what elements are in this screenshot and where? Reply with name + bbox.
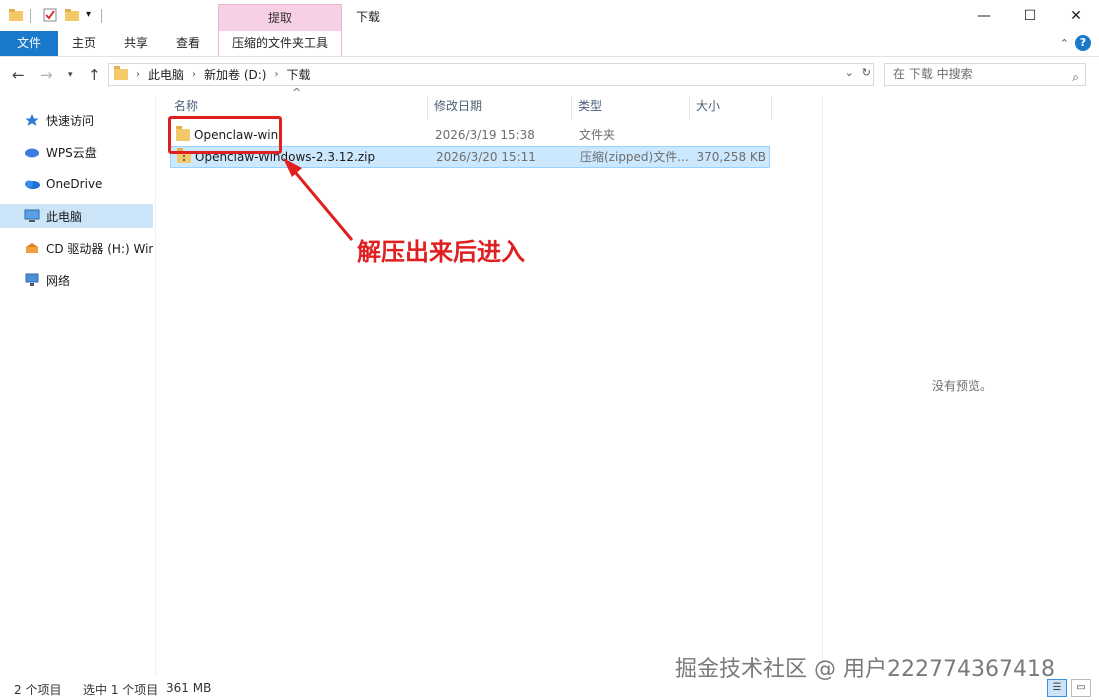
onedrive-icon [24, 176, 40, 192]
maximize-button[interactable]: ☐ [1007, 0, 1053, 31]
column-header-type[interactable]: 类型 [574, 96, 690, 120]
file-date: 2026/3/20 15:11 [436, 150, 536, 164]
recent-locations-icon[interactable]: ▾ [68, 70, 73, 80]
refresh-icon[interactable]: ↻ [862, 66, 871, 79]
expand-ribbon-icon[interactable]: ⌃ [1060, 37, 1069, 50]
file-date: 2026/3/19 15:38 [435, 128, 535, 142]
folder-icon [114, 66, 128, 80]
column-header-date[interactable]: 修改日期 [430, 96, 572, 120]
tab-home[interactable]: 主页 [62, 31, 106, 56]
nav-item-label: 快速访问 [46, 113, 95, 128]
breadcrumb-downloads[interactable]: 下载 [286, 66, 310, 83]
nav-item-wps-cloud[interactable]: WPS云盘 [0, 140, 153, 164]
item-count: 2 个项目 [14, 683, 62, 697]
customize-quick-access-icon[interactable]: ▾ [86, 9, 102, 25]
new-folder-icon[interactable] [64, 7, 80, 23]
annotation-text: 解压出来后进入 [357, 238, 525, 266]
up-arrow-icon[interactable]: ↑ [88, 66, 101, 84]
search-placeholder: 在 下载 中搜索 [893, 67, 973, 81]
nav-item-label: CD 驱动器 (H:) Wind [46, 241, 153, 256]
context-tab-header: 提取 [218, 4, 342, 31]
search-icon[interactable]: ⌕ [1072, 67, 1079, 88]
breadcrumb-drive-d[interactable]: 新加卷 (D:) [204, 66, 266, 83]
window-title: 下载 [356, 10, 381, 24]
star-icon [24, 112, 40, 128]
close-button[interactable]: ✕ [1053, 0, 1099, 31]
selected-count: 选中 1 个项目 [83, 683, 159, 697]
nav-item-quick-access[interactable]: 快速访问 [0, 108, 153, 132]
nav-item-label: OneDrive [46, 177, 103, 191]
file-size [671, 125, 765, 147]
file-size: 370,258 KB [696, 150, 766, 164]
cloud-icon [24, 144, 40, 160]
nav-item-network[interactable]: 网络 [0, 268, 153, 292]
nav-item-onedrive[interactable]: OneDrive [0, 172, 153, 196]
network-icon [24, 272, 40, 288]
nav-item-label: 此电脑 [46, 209, 83, 224]
nav-item-label: 网络 [46, 273, 71, 288]
column-header-size[interactable]: 大小 [692, 96, 772, 120]
breadcrumb-this-pc[interactable]: 此电脑 [148, 66, 184, 83]
minimize-button[interactable]: — [961, 0, 1007, 31]
selected-size: 361 MB [166, 681, 212, 695]
tab-compressed-folder-tools[interactable]: 压缩的文件夹工具 [218, 31, 342, 56]
annotation-highlight-box [168, 116, 282, 154]
forward-arrow-icon[interactable]: → [40, 66, 53, 84]
navigation-bar: ← → ▾ ↑ › 此电脑 › 新加卷 (D:) › 下载 ⌄ ↻ 在 下载 中… [0, 58, 1099, 92]
no-preview-text: 没有预览。 [932, 379, 993, 393]
tab-file[interactable]: 文件 [0, 31, 58, 56]
navigation-pane: 快速访问 WPS云盘 OneDrive 此电脑 CD 驱动器 (H:) Wind… [0, 96, 156, 676]
cd-drive-icon [24, 240, 40, 256]
preview-pane: 没有预览。 [822, 96, 1099, 676]
tab-view[interactable]: 查看 [166, 31, 210, 56]
back-arrow-icon[interactable]: ← [12, 66, 25, 84]
chevron-right-icon[interactable]: › [192, 69, 196, 80]
properties-icon[interactable] [42, 7, 58, 23]
nav-item-this-pc[interactable]: 此电脑 [0, 204, 153, 228]
chevron-right-icon[interactable]: › [274, 69, 278, 80]
folder-icon[interactable] [8, 7, 24, 23]
chevron-right-icon[interactable]: › [136, 69, 140, 80]
ribbon-tabs: 文件 主页 共享 查看 压缩的文件夹工具 ⌃ ? [0, 31, 1099, 57]
watermark: 掘金技术社区 @ 用户2227743674​18 [675, 657, 1055, 682]
help-icon[interactable]: ? [1075, 35, 1091, 51]
large-icons-view-icon[interactable]: ▭ [1071, 679, 1091, 697]
title-bar: ▾ 提取 下载 — ☐ ✕ [0, 0, 1099, 31]
chevron-down-icon[interactable]: ⌄ [845, 66, 854, 79]
nav-item-label: WPS云盘 [46, 145, 97, 160]
computer-icon [24, 208, 40, 224]
divider [101, 9, 102, 23]
nav-item-cd-drive[interactable]: CD 驱动器 (H:) Wind [0, 236, 153, 260]
tab-share[interactable]: 共享 [114, 31, 158, 56]
search-input[interactable]: 在 下载 中搜索 ⌕ [884, 63, 1086, 86]
divider [30, 9, 31, 23]
file-type: 文件夹 [579, 128, 616, 142]
address-bar[interactable]: › 此电脑 › 新加卷 (D:) › 下载 ⌄ ↻ [108, 63, 874, 86]
